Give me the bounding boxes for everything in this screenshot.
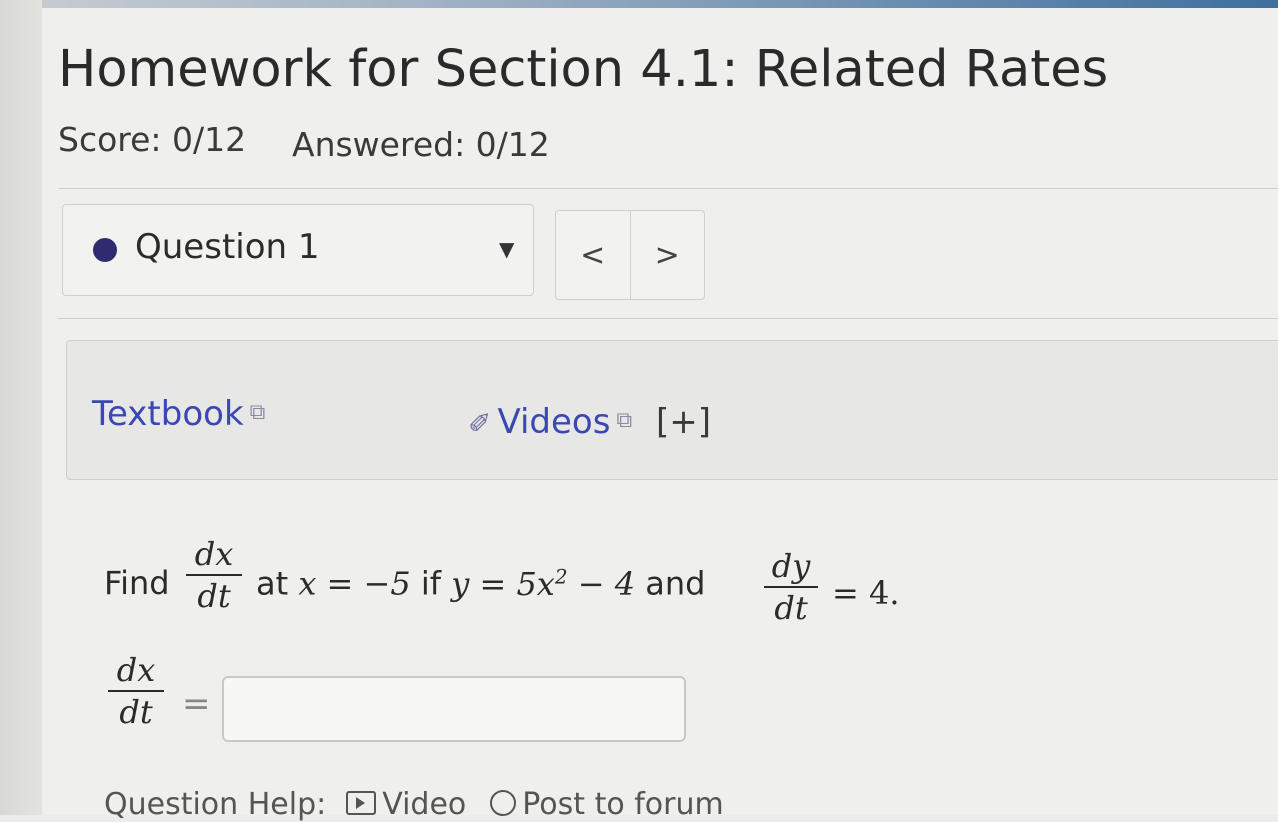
problem-dydt-value: = 4. bbox=[832, 574, 900, 612]
problem-dydt-numerator: dy bbox=[771, 547, 811, 585]
problem-dxdt-numerator: dx bbox=[194, 535, 234, 573]
external-link-icon: ⧉ bbox=[616, 408, 633, 433]
videos-link[interactable]: ✐ Videos ⧉ bbox=[468, 402, 632, 442]
problem-y-equation-base: y = 5x bbox=[451, 564, 555, 603]
paperclip-icon: ✐ bbox=[468, 407, 492, 440]
answer-dxdt-denominator: dt bbox=[119, 693, 153, 731]
problem-if-word: if bbox=[420, 564, 442, 603]
answer-input[interactable] bbox=[222, 676, 686, 742]
problem-dxdt-denominator: dt bbox=[197, 577, 231, 615]
left-panel-edge bbox=[0, 0, 42, 815]
previous-question-button[interactable]: < bbox=[556, 211, 630, 299]
answer-dxdt-numerator: dx bbox=[116, 651, 156, 689]
next-question-button[interactable]: > bbox=[629, 211, 705, 299]
page-title: Homework for Section 4.1: Related Rates bbox=[58, 40, 1109, 99]
fraction-bar bbox=[108, 690, 164, 692]
video-help-link[interactable]: Video bbox=[382, 787, 466, 822]
fraction-bar bbox=[186, 574, 242, 576]
problem-rest: at x = −5 if y = 5x2 − 4 and bbox=[256, 564, 705, 603]
problem-at-word: at bbox=[256, 564, 289, 603]
problem-x-value: x = −5 bbox=[298, 564, 411, 603]
problem-dydt-denominator: dt bbox=[774, 589, 808, 627]
dropdown-caret-icon: ▼ bbox=[499, 237, 515, 261]
forum-bubble-icon bbox=[490, 789, 517, 816]
video-play-icon bbox=[346, 790, 377, 815]
answered-text: Answered: 0/12 bbox=[292, 125, 550, 164]
header-divider bbox=[58, 188, 1278, 189]
problem-minus-four: − 4 bbox=[567, 564, 636, 603]
question-help-label: Question Help: bbox=[104, 787, 327, 822]
browser-top-strip bbox=[0, 0, 1278, 8]
post-to-forum-link[interactable]: Post to forum bbox=[522, 787, 723, 822]
answer-equals-sign: = bbox=[182, 684, 211, 724]
expand-resources-toggle[interactable]: [+] bbox=[656, 402, 711, 442]
external-link-icon: ⧉ bbox=[249, 400, 266, 425]
question-help-row: Question Help: Video Post to forum bbox=[104, 787, 724, 822]
problem-exponent: 2 bbox=[554, 564, 568, 588]
problem-dydt-fraction: dy dt bbox=[764, 548, 818, 626]
textbook-link-label: Textbook bbox=[92, 394, 244, 434]
problem-dxdt-fraction: dx dt bbox=[186, 536, 242, 614]
question-status-dot-icon bbox=[93, 238, 117, 262]
problem-and-word: and bbox=[645, 564, 706, 603]
problem-y-equation: y = 5x2 − 4 bbox=[451, 564, 636, 603]
answer-dxdt-fraction: dx dt bbox=[108, 652, 164, 730]
question-nav-group: < > bbox=[555, 210, 705, 300]
score-text: Score: 0/12 bbox=[58, 120, 247, 159]
problem-find-word: Find bbox=[104, 564, 170, 602]
textbook-link[interactable]: Textbook ⧉ bbox=[92, 394, 265, 434]
question-select[interactable]: Question 1 ▼ bbox=[62, 204, 534, 296]
toolbar-divider bbox=[58, 318, 1278, 319]
fraction-bar bbox=[764, 586, 818, 588]
videos-link-label: Videos bbox=[497, 402, 611, 442]
question-select-label: Question 1 bbox=[135, 227, 320, 267]
